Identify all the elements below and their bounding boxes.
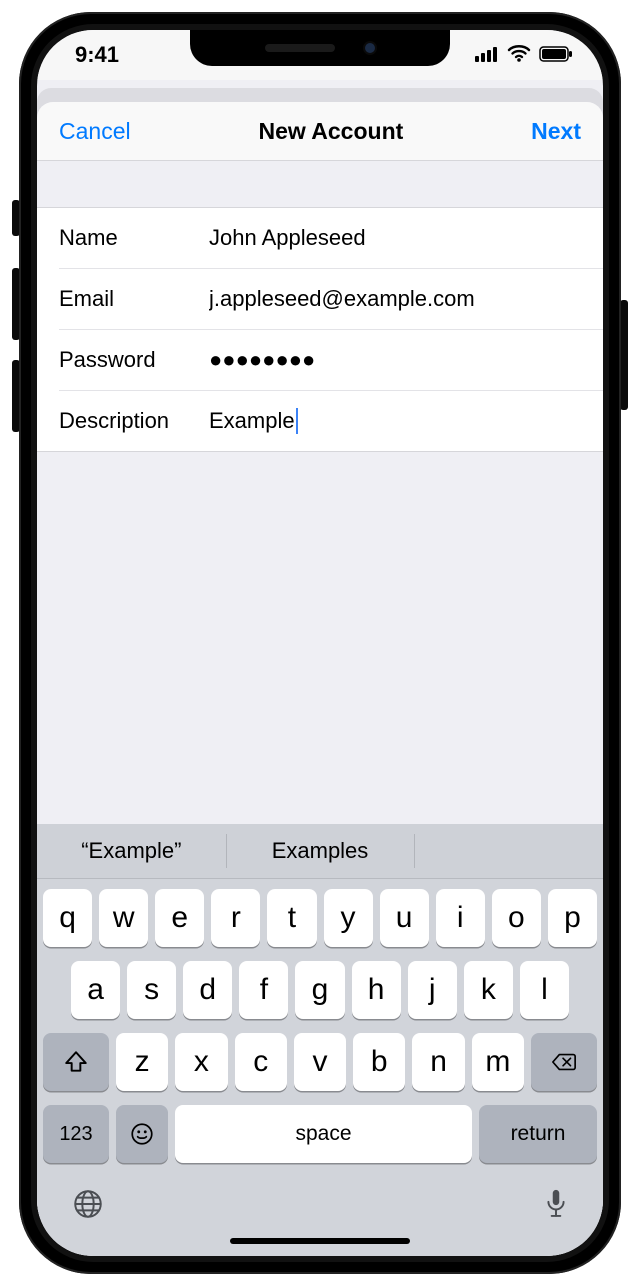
key-y[interactable]: y: [324, 889, 373, 947]
cancel-button[interactable]: Cancel: [59, 118, 131, 145]
device-frame: 9:41: [19, 12, 621, 1274]
email-input[interactable]: [209, 286, 581, 312]
key-m[interactable]: m: [472, 1033, 524, 1091]
password-row: Password: [37, 329, 603, 390]
nav-title: New Account: [258, 118, 403, 145]
wifi-icon: [507, 42, 531, 68]
key-p[interactable]: p: [548, 889, 597, 947]
description-row: Description Example: [37, 390, 603, 451]
account-form: Name Email Password Description: [37, 207, 603, 452]
key-b[interactable]: b: [353, 1033, 405, 1091]
key-x[interactable]: x: [175, 1033, 227, 1091]
key-u[interactable]: u: [380, 889, 429, 947]
key-w[interactable]: w: [99, 889, 148, 947]
key-a[interactable]: a: [71, 961, 120, 1019]
dictation-icon[interactable]: [543, 1187, 569, 1226]
side-button[interactable]: [620, 300, 628, 410]
text-cursor: [296, 408, 298, 434]
backspace-key[interactable]: [531, 1033, 597, 1091]
name-row: Name: [37, 208, 603, 268]
globe-icon[interactable]: [71, 1187, 105, 1226]
predictive-option-1[interactable]: “Example”: [37, 824, 226, 878]
numbers-key[interactable]: 123: [43, 1105, 109, 1163]
home-indicator[interactable]: [230, 1238, 410, 1244]
predictive-option-2[interactable]: Examples: [226, 824, 415, 878]
predictive-bar: “Example” Examples: [37, 824, 603, 879]
key-z[interactable]: z: [116, 1033, 168, 1091]
return-key[interactable]: return: [479, 1105, 597, 1163]
key-e[interactable]: e: [155, 889, 204, 947]
key-q[interactable]: q: [43, 889, 92, 947]
next-button[interactable]: Next: [531, 118, 581, 145]
key-f[interactable]: f: [239, 961, 288, 1019]
emoji-key[interactable]: [116, 1105, 168, 1163]
password-input[interactable]: [209, 347, 581, 373]
key-n[interactable]: n: [412, 1033, 464, 1091]
battery-icon: [539, 42, 573, 68]
key-t[interactable]: t: [267, 889, 316, 947]
notch: [190, 30, 450, 66]
password-label: Password: [59, 347, 209, 373]
description-input[interactable]: Example: [209, 408, 295, 434]
nav-bar: Cancel New Account Next: [37, 102, 603, 161]
predictive-option-3[interactable]: [414, 824, 603, 878]
space-key[interactable]: space: [175, 1105, 472, 1163]
key-h[interactable]: h: [352, 961, 401, 1019]
key-g[interactable]: g: [295, 961, 344, 1019]
key-s[interactable]: s: [127, 961, 176, 1019]
description-label: Description: [59, 408, 209, 434]
email-row: Email: [37, 268, 603, 329]
key-v[interactable]: v: [294, 1033, 346, 1091]
key-j[interactable]: j: [408, 961, 457, 1019]
key-o[interactable]: o: [492, 889, 541, 947]
key-l[interactable]: l: [520, 961, 569, 1019]
cellular-icon: [475, 42, 499, 68]
key-i[interactable]: i: [436, 889, 485, 947]
name-input[interactable]: [209, 225, 581, 251]
key-k[interactable]: k: [464, 961, 513, 1019]
status-time: 9:41: [75, 42, 119, 68]
key-c[interactable]: c: [235, 1033, 287, 1091]
modal-sheet: Cancel New Account Next Name Email: [37, 102, 603, 1256]
email-label: Email: [59, 286, 209, 312]
keyboard: “Example” Examples qwertyuiop asdfghjkl: [37, 824, 603, 1256]
name-label: Name: [59, 225, 209, 251]
key-d[interactable]: d: [183, 961, 232, 1019]
key-r[interactable]: r: [211, 889, 260, 947]
shift-key[interactable]: [43, 1033, 109, 1091]
